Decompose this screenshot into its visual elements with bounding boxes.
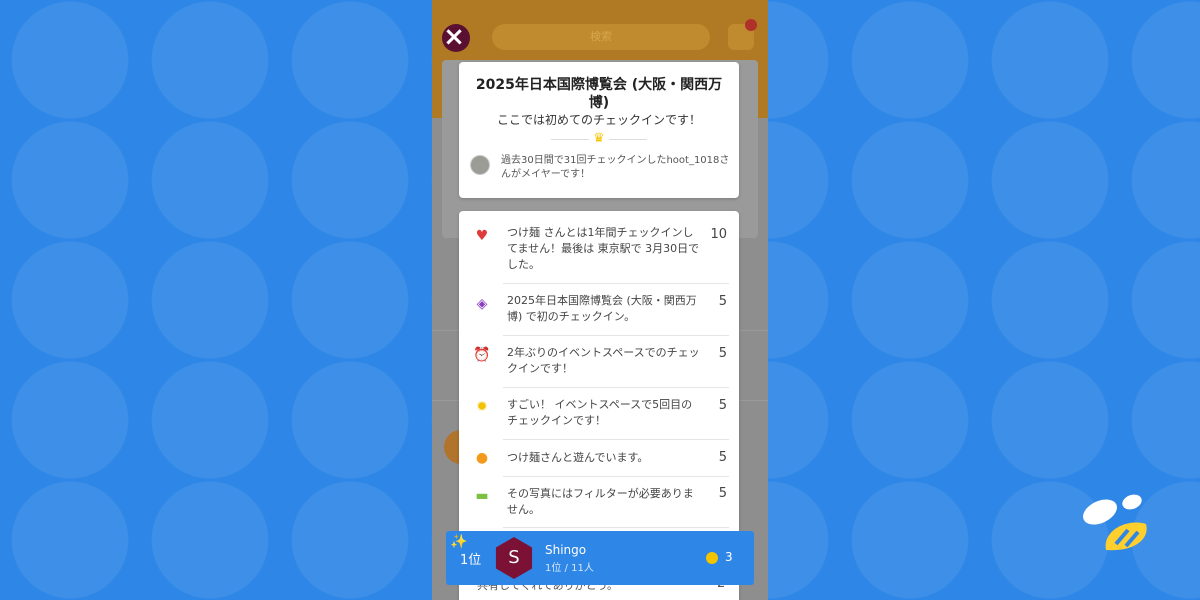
user-avatar[interactable]: S: [495, 537, 533, 579]
star-badge-icon: ✹: [476, 399, 488, 415]
rank-label: 1位: [460, 553, 482, 568]
mayor-avatar[interactable]: [470, 155, 490, 175]
bonus-text: つけ麺 さんとは1年間チェックインしてません！最後は 東京駅で 3月30日でした…: [507, 226, 700, 271]
divider: [503, 335, 729, 336]
divider: [551, 139, 589, 140]
crown-icon: ♛: [593, 131, 605, 146]
bonus-points: 5: [718, 398, 727, 413]
swarm-bee-logo-icon: [1080, 490, 1160, 556]
coin-icon: [706, 552, 718, 564]
bonus-points: 5: [718, 346, 727, 361]
bonus-text: すごい！ イベントスペースで5回目のチェックインです！: [507, 398, 693, 427]
mayor-text: 過去30日間で31回チェックインしたhoot_1018さんがメイヤーです！: [501, 155, 730, 180]
bonus-text: 2年ぶりのイベントスペースでのチェックインです！: [507, 346, 700, 375]
divider: [503, 476, 729, 477]
venue-title: 2025年日本国際博覧会 (大阪・関西万博): [475, 77, 723, 111]
photo-icon: ▬: [475, 488, 489, 504]
bonus-text: つけ麺さんと遊んでいます。: [507, 451, 649, 464]
bonus-points: 10: [710, 227, 727, 242]
user-name: Shingo: [545, 543, 587, 557]
bonus-points: 5: [718, 294, 727, 309]
friend-face-icon: ●: [475, 450, 489, 466]
leaderboard-bar[interactable]: ✨ 1位 S Shingo 1位 / 11人 3: [446, 531, 754, 585]
heart-icon: ♥: [475, 228, 489, 244]
close-button[interactable]: ×: [442, 24, 466, 50]
first-checkin-text: ここでは初めてのチェックインです！: [496, 113, 701, 127]
bonus-text: 2025年日本国際博覧会 (大阪・関西万博) で初のチェックイン。: [507, 294, 697, 323]
notification-dot: [745, 19, 757, 31]
search-bar-dimmed: 検索: [492, 24, 710, 50]
rank-detail: 1位 / 11人: [545, 563, 594, 574]
sparkle-icon: ✨: [450, 534, 468, 550]
divider: [503, 283, 729, 284]
share-icon: [728, 19, 757, 50]
bonus-points: 5: [718, 486, 727, 501]
compass-icon: ◈: [476, 296, 488, 312]
divider: [503, 527, 729, 528]
venue-checkin-card: 2025年日本国際博覧会 (大阪・関西万博) ここでは初めてのチェックインです！…: [459, 62, 739, 198]
divider: [503, 439, 729, 440]
divider: [609, 139, 647, 140]
coin-count: 3: [725, 550, 733, 564]
bonus-points: 5: [718, 450, 727, 465]
bonus-text: その写真にはフィルターが必要ありません。: [507, 487, 694, 516]
alarm-clock-icon: ⏰: [473, 347, 491, 363]
divider: [503, 387, 729, 388]
